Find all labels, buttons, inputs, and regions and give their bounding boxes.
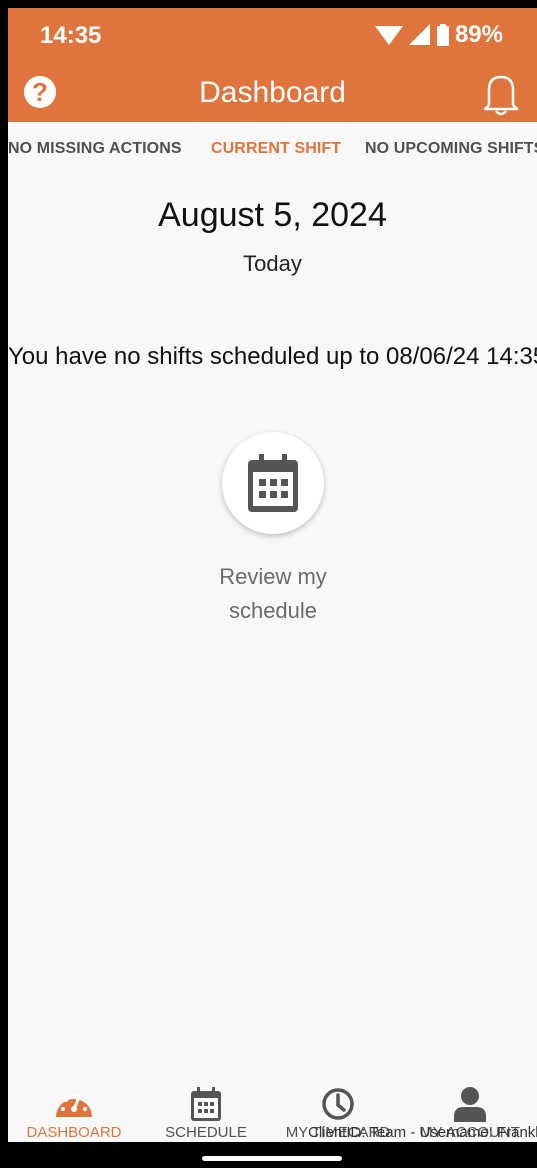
- dashboard-gauge-icon: [56, 1094, 92, 1117]
- app-header: ? Dashboard: [8, 64, 537, 122]
- review-label-line1: Review my: [219, 564, 327, 589]
- user-icon: [454, 1087, 486, 1122]
- nav-dashboard[interactable]: DASHBOARD: [8, 1076, 140, 1142]
- screen: 14:35 89% ? Dashboard NO MISSING ACTIONS…: [8, 8, 537, 1142]
- date-subtitle: Today: [243, 251, 302, 276]
- tab-current-shift[interactable]: CURRENT SHIFT: [211, 140, 341, 158]
- client-username-info: ClientID: Team - Username: Frankl: [308, 1124, 537, 1141]
- bottom-nav: DASHBOARD SCHEDULE MY TIMECARD MY ACCOUN…: [8, 1076, 537, 1142]
- tab-upcoming-shifts[interactable]: NO UPCOMING SHIFTS: [365, 140, 537, 158]
- battery-icon: [436, 24, 449, 46]
- nav-schedule[interactable]: SCHEDULE: [140, 1076, 272, 1142]
- review-schedule-button[interactable]: [222, 432, 324, 534]
- home-indicator[interactable]: [202, 1156, 342, 1161]
- review-label-line2: schedule: [228, 598, 318, 623]
- current-date: August 5, 2024: [158, 196, 387, 234]
- calendar-icon: [248, 454, 298, 512]
- nav-dashboard-label: DASHBOARD: [26, 1124, 122, 1141]
- page-title: Dashboard: [199, 76, 346, 109]
- wifi-icon: [374, 26, 403, 45]
- status-icons: 89%: [374, 21, 503, 49]
- battery-percent: 89%: [454, 21, 503, 48]
- clock-icon: [322, 1088, 354, 1120]
- status-time: 14:35: [40, 22, 102, 49]
- status-bar: 14:35 89%: [8, 8, 537, 64]
- tab-bar: NO MISSING ACTIONS CURRENT SHIFT NO UPCO…: [8, 122, 537, 176]
- calendar-icon: [191, 1087, 221, 1121]
- nav-schedule-label: SCHEDULE: [165, 1124, 247, 1141]
- tab-missing-actions[interactable]: NO MISSING ACTIONS: [8, 140, 182, 158]
- bell-icon[interactable]: [481, 72, 521, 116]
- signal-icon: [408, 24, 430, 45]
- no-shifts-message: You have no shifts scheduled up to 08/06…: [8, 343, 537, 370]
- review-schedule-label[interactable]: Review my schedule: [173, 560, 373, 628]
